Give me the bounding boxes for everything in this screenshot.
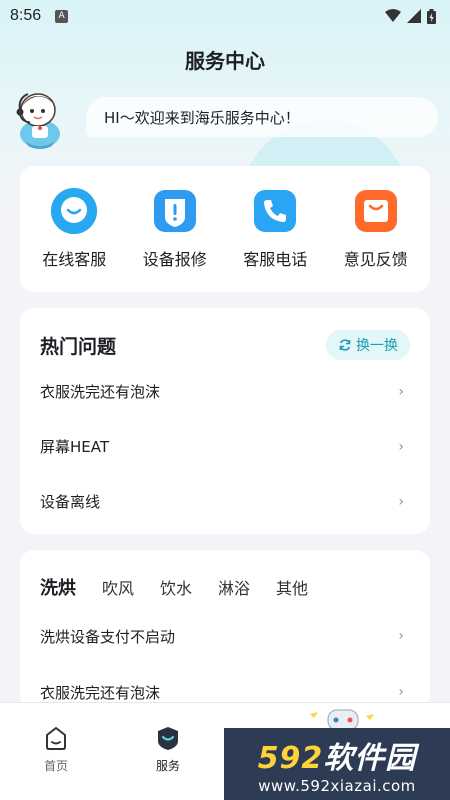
question-text: 屏幕HEAT <box>40 438 110 456</box>
chevron-right-icon: › <box>398 493 404 510</box>
hot-questions-title: 热门问题 <box>40 335 117 358</box>
watermark-number: 592 <box>257 741 324 776</box>
watermark-text: 软件园 <box>323 741 417 776</box>
chevron-right-icon: › <box>398 684 404 700</box>
status-time: 8:56 <box>10 7 42 24</box>
nav-home-label: 首页 <box>43 759 68 773</box>
online-service-label: 在线客服 <box>42 250 107 269</box>
category-question-item[interactable]: 洗烘设备支付不启动 › <box>20 608 430 664</box>
chevron-right-icon: › <box>398 628 404 644</box>
refresh-button[interactable]: 换一换 <box>326 330 410 360</box>
feedback-label: 意见反馈 <box>343 250 408 269</box>
tab-other[interactable]: 其他 <box>276 575 308 599</box>
category-questions-card: 洗烘 吹风 饮水 淋浴 其他 洗烘设备支付不启动 › 衣服洗完还有泡沫 › <box>20 550 430 710</box>
greeting-bubble: HI～欢迎来到海乐服务中心！ <box>86 97 438 137</box>
mascot-icon <box>16 93 60 149</box>
home-icon <box>46 727 66 750</box>
service-phone-label: 客服电话 <box>243 250 308 269</box>
tab-hair-dryer[interactable]: 吹风 <box>102 575 134 599</box>
question-text: 衣服洗完还有泡沫 <box>40 683 161 702</box>
feedback-icon <box>353 188 399 234</box>
tab-water[interactable]: 饮水 <box>160 575 192 599</box>
question-text: 洗烘设备支付不启动 <box>40 627 176 646</box>
chat-icon <box>51 188 98 234</box>
service-phone-button[interactable]: 客服电话 <box>228 188 322 292</box>
refresh-icon <box>339 339 351 351</box>
quick-actions-card: 在线客服 设备报修 客服电话 意见反馈 <box>20 166 430 292</box>
tab-shower[interactable]: 淋浴 <box>218 575 250 599</box>
status-bar: 8:56 A <box>0 0 450 32</box>
notification-badge-icon: A <box>55 9 69 23</box>
online-service-button[interactable]: 在线客服 <box>27 188 121 292</box>
page-title: 服务中心 <box>185 49 265 73</box>
device-repair-label: 设备报修 <box>142 250 207 269</box>
repair-alert-icon <box>152 188 198 234</box>
greeting-text: HI～欢迎来到海乐服务中心！ <box>104 108 300 127</box>
wifi-icon <box>385 9 401 22</box>
device-repair-button[interactable]: 设备报修 <box>128 188 222 292</box>
hot-question-item[interactable]: 衣服洗完还有泡沫 › <box>20 364 430 419</box>
category-tabs: 洗烘 吹风 饮水 淋浴 其他 <box>20 550 430 608</box>
feedback-button[interactable]: 意见反馈 <box>329 188 423 292</box>
service-icon <box>158 727 178 750</box>
chevron-right-icon: › <box>398 383 404 400</box>
phone-icon <box>252 188 298 234</box>
watermark-url: www.592xiazai.com <box>258 777 416 795</box>
site-watermark: 592软件园 www.592xiazai.com <box>224 728 450 800</box>
tab-wash-dry[interactable]: 洗烘 <box>40 574 76 600</box>
signal-icon <box>407 9 421 23</box>
refresh-label: 换一换 <box>356 338 398 354</box>
question-text: 衣服洗完还有泡沫 <box>40 383 161 401</box>
nav-service[interactable]: 服务 <box>112 725 224 800</box>
battery-icon <box>427 8 436 24</box>
question-text: 设备离线 <box>40 493 101 511</box>
chevron-right-icon: › <box>398 438 404 455</box>
hot-question-item[interactable]: 设备离线 › <box>20 474 430 529</box>
nav-service-label: 服务 <box>155 759 180 773</box>
watermark-brand: 592软件园 <box>258 733 417 777</box>
hot-question-item[interactable]: 屏幕HEAT › <box>20 419 430 474</box>
nav-home[interactable]: 首页 <box>0 725 112 800</box>
hot-questions-card: 热门问题 换一换 衣服洗完还有泡沫 › 屏幕HEAT › 设备离线 › <box>20 308 430 534</box>
